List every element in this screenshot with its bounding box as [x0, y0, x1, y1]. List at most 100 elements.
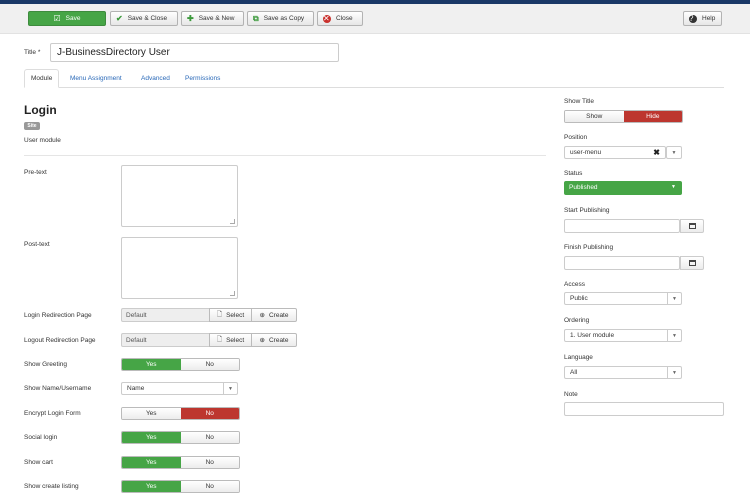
- posttext-textarea[interactable]: [121, 237, 238, 299]
- pretext-textarea[interactable]: [121, 165, 238, 227]
- save-label: Save: [65, 15, 81, 22]
- create-listing-toggle: Yes No: [121, 480, 240, 493]
- start-publishing-label: Start Publishing: [564, 207, 610, 214]
- show-title-show[interactable]: Show: [565, 111, 624, 122]
- calendar-icon: [688, 260, 696, 266]
- create-listing-no[interactable]: No: [180, 481, 239, 492]
- cart-label: Show cart: [24, 459, 53, 466]
- access-value: Public: [570, 295, 588, 302]
- access-select[interactable]: Public ▼: [564, 292, 682, 305]
- save-close-button[interactable]: ✔ Save & Close: [110, 11, 178, 26]
- cart-toggle: Yes No: [121, 456, 240, 469]
- title-input[interactable]: J-BusinessDirectory User: [50, 43, 339, 62]
- login-redirect-select-button[interactable]: 🗋 Select: [209, 308, 252, 322]
- divider: [24, 155, 546, 156]
- logout-redirect-label: Logout Redirection Page: [24, 337, 96, 344]
- posttext-label: Post-text: [24, 241, 50, 248]
- create-listing-label: Show create listing: [24, 483, 79, 490]
- encrypt-label: Encrypt Login Form: [24, 410, 81, 417]
- logout-redirect-select-button[interactable]: 🗋 Select: [209, 333, 252, 347]
- position-label: Position: [564, 134, 588, 141]
- help-button[interactable]: ? Help: [683, 11, 722, 26]
- save-icon: ☑: [53, 13, 61, 23]
- select-label: Select: [226, 336, 245, 344]
- ordering-value: 1. User module: [570, 332, 615, 339]
- save-new-button[interactable]: ✚ Save & New: [181, 11, 244, 26]
- chevron-down-icon: ▼: [667, 330, 681, 341]
- social-toggle: Yes No: [121, 431, 240, 444]
- access-label: Access: [564, 281, 585, 288]
- file-icon: 🗋: [216, 310, 223, 318]
- show-greeting-yes[interactable]: Yes: [122, 359, 181, 370]
- plus-circle-icon: ⊕: [259, 312, 265, 319]
- create-listing-yes[interactable]: Yes: [122, 481, 181, 492]
- status-select[interactable]: Published ▼: [564, 181, 682, 195]
- tab-module[interactable]: Module: [24, 69, 60, 88]
- create-label: Create: [268, 336, 289, 344]
- finish-publishing-input[interactable]: [564, 256, 680, 270]
- encrypt-yes[interactable]: Yes: [122, 408, 181, 419]
- logout-redirect-value: Default: [121, 333, 209, 347]
- finish-publishing-calendar-button[interactable]: [680, 256, 704, 270]
- show-greeting-toggle: Yes No: [121, 358, 240, 371]
- clear-icon[interactable]: ✖: [653, 148, 660, 157]
- select-label: Select: [226, 311, 245, 319]
- logout-redirect-create-button[interactable]: ⊕ Create: [251, 333, 297, 347]
- title-label: Title *: [24, 49, 41, 56]
- save-copy-button[interactable]: ⧉ Save as Copy: [247, 11, 314, 26]
- close-label: Close: [336, 15, 353, 22]
- module-heading: Login: [24, 103, 57, 117]
- note-input[interactable]: [564, 402, 724, 416]
- save-close-label: Save & Close: [127, 15, 168, 22]
- language-select[interactable]: All ▼: [564, 366, 682, 379]
- show-greeting-label: Show Greeting: [24, 361, 67, 368]
- copy-icon: ⧉: [253, 13, 259, 23]
- save-copy-label: Save as Copy: [263, 15, 305, 22]
- show-greeting-no[interactable]: No: [180, 359, 239, 370]
- note-label: Note: [564, 391, 578, 398]
- chevron-down-icon: ▼: [667, 293, 681, 304]
- show-title-hide[interactable]: Hide: [623, 111, 682, 122]
- close-icon: ✕: [323, 13, 331, 23]
- status-label: Status: [564, 170, 583, 177]
- show-name-select[interactable]: Name ▼: [121, 382, 238, 395]
- start-publishing-calendar-button[interactable]: [680, 219, 704, 233]
- cart-yes[interactable]: Yes: [122, 457, 181, 468]
- status-value: Published: [569, 184, 598, 191]
- social-yes[interactable]: Yes: [122, 432, 181, 443]
- login-redirect-create-button[interactable]: ⊕ Create: [251, 308, 297, 322]
- show-name-value: Name: [127, 385, 145, 392]
- tab-advanced[interactable]: Advanced: [135, 69, 176, 88]
- save-button[interactable]: ☑ Save: [28, 11, 106, 26]
- language-value: All: [570, 369, 578, 376]
- chevron-down-icon: ▼: [667, 367, 681, 378]
- tab-menu-assignment[interactable]: Menu Assignment: [64, 69, 128, 88]
- create-label: Create: [268, 311, 289, 319]
- chevron-down-icon: ▼: [223, 383, 237, 394]
- finish-publishing-label: Finish Publishing: [564, 244, 614, 251]
- calendar-icon: [688, 223, 696, 229]
- chevron-down-icon: ▼: [671, 149, 677, 156]
- login-redirect-value: Default: [121, 308, 209, 322]
- check-icon: ✔: [116, 13, 123, 23]
- social-label: Social login: [24, 434, 58, 441]
- file-icon: 🗋: [216, 335, 223, 343]
- encrypt-no[interactable]: No: [180, 408, 239, 419]
- show-title-toggle: Show Hide: [564, 110, 683, 123]
- plus-icon: ✚: [187, 13, 194, 23]
- social-no[interactable]: No: [180, 432, 239, 443]
- tab-permissions[interactable]: Permissions: [179, 69, 226, 88]
- pretext-label: Pre-text: [24, 169, 47, 176]
- save-new-label: Save & New: [198, 15, 235, 22]
- ordering-label: Ordering: [564, 317, 590, 324]
- encrypt-toggle: Yes No: [121, 407, 240, 420]
- position-select[interactable]: user-menu ✖: [564, 146, 666, 159]
- position-dropdown-button[interactable]: ▼: [666, 146, 682, 159]
- help-icon: ?: [689, 14, 697, 23]
- close-button[interactable]: ✕ Close: [317, 11, 363, 26]
- site-badge: Site: [24, 122, 40, 130]
- start-publishing-input[interactable]: [564, 219, 680, 233]
- ordering-select[interactable]: 1. User module ▼: [564, 329, 682, 342]
- language-label: Language: [564, 354, 593, 361]
- cart-no[interactable]: No: [180, 457, 239, 468]
